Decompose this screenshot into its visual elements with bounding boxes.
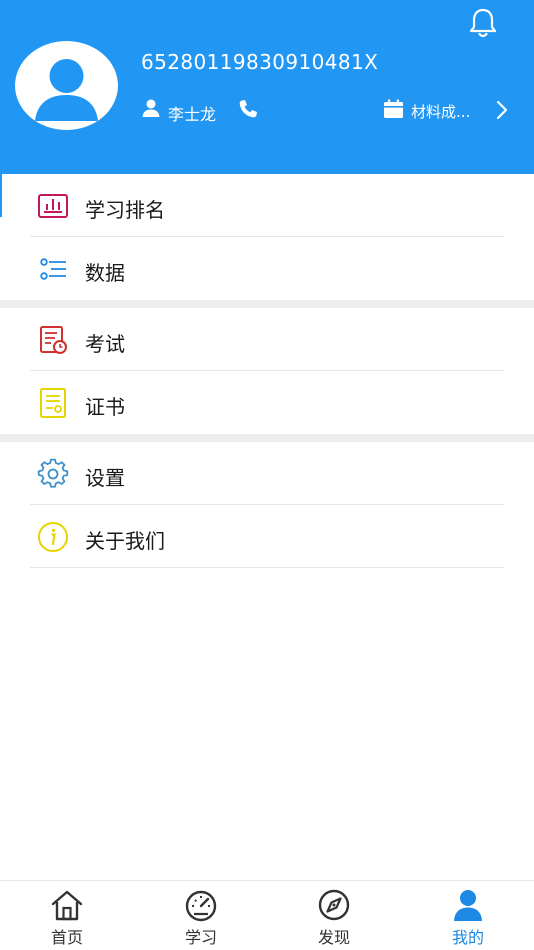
compass-icon	[318, 889, 350, 921]
menu-item-exam[interactable]: 考试	[0, 308, 534, 371]
menu-item-label: 关于我们	[85, 529, 165, 553]
tab-home[interactable]: 首页	[27, 887, 107, 947]
data-list-icon	[40, 258, 66, 280]
menu-item-label: 设置	[85, 466, 125, 490]
menu-item-settings[interactable]: 设置	[0, 442, 534, 505]
gauge-icon	[185, 890, 217, 922]
section-separator	[0, 434, 534, 442]
tab-study[interactable]: 学习	[161, 887, 241, 947]
exam-doc-icon	[40, 326, 67, 354]
tab-label: 我的	[451, 928, 484, 947]
bottom-tab-bar: 首页 学习 发现 我的	[0, 880, 534, 950]
menu-list: 学习排名 数据 考试 证书 设置 关于我们	[0, 174, 534, 568]
info-icon	[38, 522, 68, 552]
tab-discover[interactable]: 发现	[294, 887, 374, 947]
section-separator	[0, 300, 534, 308]
tab-label: 学习	[184, 928, 217, 947]
menu-item-certificate[interactable]: 证书	[0, 371, 534, 434]
menu-item-study-ranking[interactable]: 学习排名	[0, 174, 534, 237]
menu-item-data[interactable]: 数据	[0, 237, 534, 300]
ranking-chart-icon	[38, 194, 68, 218]
menu-item-label: 考试	[85, 332, 125, 356]
certificate-icon	[40, 388, 66, 418]
chevron-right-icon[interactable]	[495, 99, 509, 121]
menu-item-about-us[interactable]: 关于我们	[0, 505, 534, 568]
menu-item-label: 数据	[85, 261, 125, 285]
bell-icon[interactable]	[466, 6, 500, 40]
tab-label: 首页	[50, 928, 83, 947]
avatar-person-icon	[35, 59, 98, 121]
company-name: 材料成...	[411, 103, 471, 121]
user-name: 李士龙	[168, 105, 217, 124]
divider	[30, 567, 504, 568]
home-icon	[51, 890, 83, 921]
profile-header: 65280119830910481X 李士龙 材料成...	[0, 0, 534, 174]
id-number: 65280119830910481X	[141, 50, 379, 74]
menu-item-label: 证书	[85, 395, 125, 419]
calendar-icon	[384, 99, 403, 118]
person-icon	[454, 890, 482, 921]
tab-label: 发现	[317, 928, 350, 947]
phone-icon[interactable]	[237, 98, 259, 120]
user-icon	[142, 99, 160, 117]
menu-item-label: 学习排名	[85, 198, 165, 222]
tab-mine[interactable]: 我的	[428, 887, 508, 947]
settings-gear-icon	[37, 458, 69, 488]
avatar[interactable]	[15, 41, 118, 130]
